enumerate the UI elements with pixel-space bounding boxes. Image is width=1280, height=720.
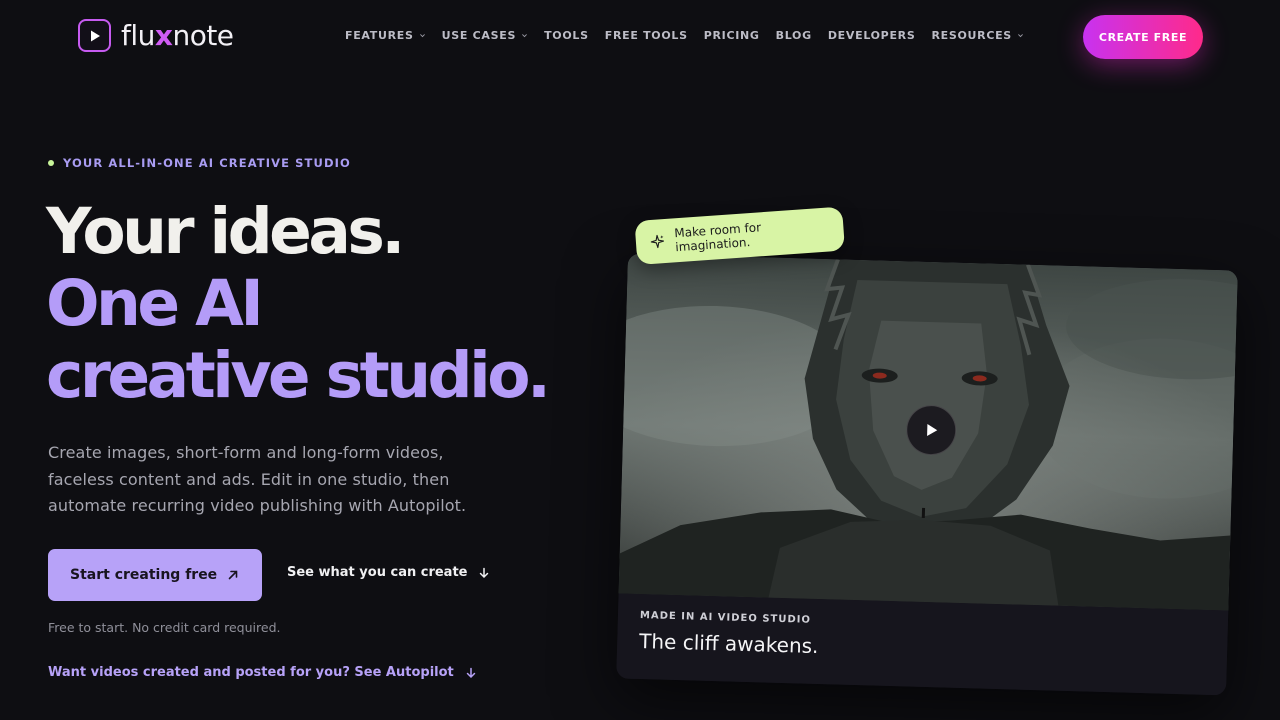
nav-item-pricing[interactable]: PRICING xyxy=(704,27,760,43)
showcase-title: The cliff awakens. xyxy=(638,629,819,659)
hero-headline: Your ideas. One AI creative studio. xyxy=(46,195,551,412)
chevron-down-icon xyxy=(419,33,425,37)
nav-item-developers[interactable]: DEVELOPERS xyxy=(828,27,916,43)
nav-item-free-tools[interactable]: FREE TOOLS xyxy=(605,27,688,43)
top-nav: fluxnote FEATURES USE CASES TOOLS FREE T… xyxy=(0,0,1280,72)
imagination-pill: Make room for imagination. xyxy=(634,206,846,265)
play-icon xyxy=(927,423,938,436)
see-what-label: See what you can create xyxy=(287,565,468,580)
showcase-card[interactable]: MADE IN AI VIDEO STUDIO The cliff awaken… xyxy=(616,253,1238,696)
hero-subtext: Create images, short-form and long-form … xyxy=(48,443,467,515)
brand-name: fluxnote xyxy=(121,19,234,52)
showcase-caption: MADE IN AI VIDEO STUDIO The cliff awaken… xyxy=(616,593,1229,696)
hero-eyebrow: YOUR ALL-IN-ONE AI CREATIVE STUDIO xyxy=(48,156,351,170)
nav-item-features[interactable]: FEATURES xyxy=(345,27,426,43)
headline-line-3: creative studio. xyxy=(46,339,551,412)
eyebrow-text: YOUR ALL-IN-ONE AI CREATIVE STUDIO xyxy=(63,156,351,170)
dragon-video-thumbnail[interactable] xyxy=(616,253,1238,611)
main-menu: FEATURES USE CASES TOOLS FREE TOOLS PRIC… xyxy=(345,27,1024,43)
sparkle-icon xyxy=(650,234,665,249)
arrow-down-icon xyxy=(480,567,489,578)
chevron-down-icon xyxy=(522,33,528,37)
nav-item-blog[interactable]: BLOG xyxy=(776,27,812,43)
start-creating-button[interactable]: Start creating free xyxy=(48,549,262,601)
no-credit-card-note: Free to start. No credit card required. xyxy=(48,620,281,635)
chevron-down-icon xyxy=(1018,33,1023,37)
headline-line-1: Your ideas. xyxy=(46,195,405,268)
autopilot-link[interactable]: Want videos created and posted for you? … xyxy=(48,665,478,680)
pill-text: Make room for imagination. xyxy=(673,220,762,255)
arrow-down-icon xyxy=(466,667,476,678)
eyebrow-dot xyxy=(48,160,54,166)
nav-item-tools[interactable]: TOOLS xyxy=(544,27,589,43)
headline-line-2: One AI xyxy=(46,267,264,340)
start-creating-label: Start creating free xyxy=(70,567,218,583)
nav-item-use-cases[interactable]: USE CASES xyxy=(442,27,528,43)
brand-logo[interactable]: fluxnote xyxy=(78,19,234,52)
create-free-button[interactable]: CREATE FREE xyxy=(1083,15,1203,59)
nav-item-resources[interactable]: RESOURCES xyxy=(931,27,1023,43)
arrow-up-right-icon xyxy=(228,570,238,580)
logo-play-icon xyxy=(78,19,111,52)
autopilot-label: Want videos created and posted for you? … xyxy=(48,665,454,680)
see-what-you-can-create-link[interactable]: See what you can create xyxy=(287,565,491,580)
